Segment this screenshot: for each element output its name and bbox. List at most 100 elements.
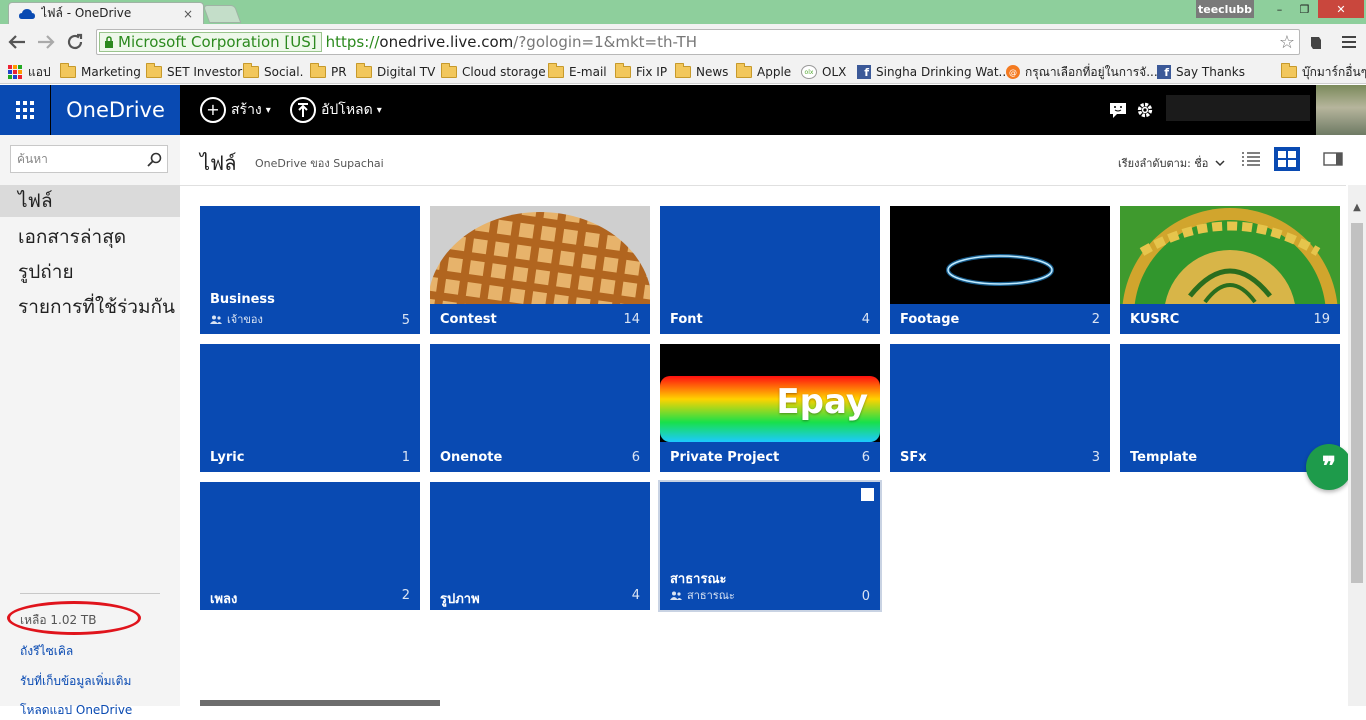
bookmark-olx[interactable]: olx OLX bbox=[801, 63, 846, 81]
tile-view-icon bbox=[1278, 151, 1296, 167]
annotation-circle bbox=[7, 601, 141, 635]
bookmark-folder[interactable]: News bbox=[675, 63, 728, 81]
facebook-icon: f bbox=[1157, 65, 1171, 79]
tile-count: 4 bbox=[631, 588, 640, 603]
bookmarks-bar: แอป Marketing SET Investor Social. PR Di… bbox=[0, 60, 1366, 84]
people-icon bbox=[210, 315, 222, 324]
list-view-button[interactable] bbox=[1238, 147, 1264, 171]
bookmark-folder[interactable]: PR bbox=[310, 63, 347, 81]
folder-tile-font[interactable]: Font 4 bbox=[660, 206, 880, 334]
bookmark-folder[interactable]: Marketing bbox=[60, 63, 141, 81]
bookmark-label: PR bbox=[331, 65, 347, 79]
recycle-bin-link[interactable]: ถังรีไซเคิล bbox=[20, 642, 73, 661]
search-icon[interactable] bbox=[141, 152, 167, 167]
browser-titlebar: ไฟล์ - OneDrive × teeclubb – ❐ ✕ bbox=[0, 0, 1366, 24]
page-scrollbar[interactable]: ▲ bbox=[1348, 185, 1366, 706]
account-name[interactable] bbox=[1166, 95, 1310, 121]
folder-icon bbox=[441, 63, 457, 78]
sort-dropdown[interactable]: เรียงลำดับตาม: ชื่อ bbox=[1118, 154, 1226, 172]
tile-count: 2 bbox=[401, 588, 410, 603]
folder-tile-footage[interactable]: Footage 2 bbox=[890, 206, 1110, 334]
ev-certificate-badge[interactable]: Microsoft Corporation [US] bbox=[99, 32, 322, 52]
folder-tile-kusrc[interactable]: KUSRC 19 bbox=[1120, 206, 1340, 334]
folder-tile-pictures[interactable]: รูปภาพ 4 bbox=[430, 482, 650, 610]
tile-name: Private Project bbox=[670, 450, 780, 465]
feedback-smiley-icon[interactable] bbox=[1108, 100, 1128, 120]
folder-tile-private-project[interactable]: Epay Private Project 6 bbox=[660, 344, 880, 472]
chrome-menu-icon[interactable] bbox=[1339, 32, 1359, 52]
folder-tile-sfx[interactable]: SFx 3 bbox=[890, 344, 1110, 472]
tab-close-icon[interactable]: × bbox=[179, 7, 197, 21]
bookmark-label: Singha Drinking Wat... bbox=[876, 65, 1010, 79]
restore-button[interactable]: ❐ bbox=[1291, 0, 1318, 18]
address-bar[interactable]: Microsoft Corporation [US] https:// oned… bbox=[96, 29, 1300, 55]
folder-icon bbox=[736, 63, 752, 78]
get-apps-link[interactable]: โหลดแอป OneDrive bbox=[20, 701, 132, 720]
folder-tile-lyric[interactable]: Lyric 1 bbox=[200, 344, 420, 472]
settings-gear-icon[interactable] bbox=[1135, 100, 1155, 120]
nav-divider bbox=[20, 593, 160, 594]
folder-tile-onenote[interactable]: Onenote 6 bbox=[430, 344, 650, 472]
bookmark-folder[interactable]: Fix IP bbox=[615, 63, 667, 81]
onedrive-brand[interactable]: OneDrive bbox=[51, 85, 180, 135]
upload-button[interactable]: อัปโหลด ▾ bbox=[290, 85, 382, 135]
bookmark-other[interactable]: บุ๊กมาร์กอื่นๆ bbox=[1281, 63, 1366, 81]
get-more-storage-link[interactable]: รับที่เก็บข้อมูลเพิ่มเติม bbox=[20, 672, 131, 691]
reload-icon[interactable] bbox=[63, 30, 87, 54]
site-favicon-icon: @ bbox=[1006, 65, 1020, 79]
bookmark-folder[interactable]: E-mail bbox=[548, 63, 607, 81]
feedback-button[interactable]: ❞ bbox=[1306, 444, 1352, 490]
url-path: /?gologin=1&mkt=th-TH bbox=[513, 33, 697, 51]
avatar[interactable] bbox=[1316, 85, 1366, 135]
bookmark-apps[interactable]: แอป bbox=[8, 63, 51, 81]
bookmark-star-icon[interactable]: ☆ bbox=[1279, 32, 1295, 53]
tile-name: SFx bbox=[900, 450, 927, 465]
plus-icon: + bbox=[200, 97, 226, 123]
bookmark-label: บุ๊กมาร์กอื่นๆ bbox=[1302, 64, 1366, 79]
browser-tab-onedrive[interactable]: ไฟล์ - OneDrive × bbox=[8, 2, 204, 24]
header-divider bbox=[180, 185, 1346, 186]
tile-name: Template bbox=[1130, 450, 1198, 465]
nav-item-recent[interactable]: เอกสารล่าสุด bbox=[0, 221, 180, 253]
main-content: ไฟล์ OneDrive ของ Supachai เรียงลำดับตาม… bbox=[180, 135, 1346, 706]
app-launcher-button[interactable] bbox=[0, 85, 50, 135]
nav-item-shared[interactable]: รายการที่ใช้ร่วมกัน bbox=[0, 291, 180, 323]
close-window-button[interactable]: ✕ bbox=[1318, 0, 1364, 18]
quote-icon: ❞ bbox=[1322, 452, 1336, 482]
onedrive-header: OneDrive + สร้าง ▾ อัปโหลด ▾ bbox=[0, 85, 1366, 135]
search-input[interactable] bbox=[11, 152, 141, 166]
minimize-button[interactable]: – bbox=[1266, 0, 1293, 18]
folder-tile-contest[interactable]: Contest 14 bbox=[430, 206, 650, 334]
nav-item-files[interactable]: ไฟล์ bbox=[0, 185, 180, 217]
bookmark-folder[interactable]: Digital TV bbox=[356, 63, 435, 81]
bookmark-folder[interactable]: Cloud storage bbox=[441, 63, 546, 81]
university-seal-thumbnail bbox=[1120, 206, 1340, 304]
bookmark-thai-site[interactable]: @ กรุณาเลือกที่อยู่ในการจั... bbox=[1006, 63, 1158, 81]
bookmark-singha[interactable]: f Singha Drinking Wat... bbox=[857, 63, 1010, 81]
bookmark-label: Social. bbox=[264, 65, 304, 79]
select-checkbox[interactable] bbox=[861, 488, 874, 501]
next-row-thumbnail bbox=[200, 700, 440, 706]
folder-tile-music[interactable]: เพลง 2 bbox=[200, 482, 420, 610]
chevron-down-icon: ▾ bbox=[265, 104, 271, 116]
nav-item-photos[interactable]: รูปถ่าย bbox=[0, 256, 180, 288]
tile-count: 6 bbox=[631, 450, 640, 465]
bookmark-folder[interactable]: Apple bbox=[736, 63, 791, 81]
details-pane-button[interactable] bbox=[1320, 147, 1346, 171]
create-button[interactable]: + สร้าง ▾ bbox=[200, 85, 271, 135]
folder-tile-business[interactable]: Business เจ้าของ 5 bbox=[200, 206, 420, 334]
folder-tile-template[interactable]: Template bbox=[1120, 344, 1340, 472]
scroll-up-arrow-icon[interactable]: ▲ bbox=[1348, 199, 1366, 215]
profile-badge[interactable]: teeclubb bbox=[1196, 0, 1254, 18]
bookmark-folder[interactable]: SET Investor bbox=[146, 63, 242, 81]
new-tab-button[interactable] bbox=[202, 5, 242, 23]
evernote-extension-icon[interactable] bbox=[1306, 32, 1326, 52]
tile-view-button[interactable] bbox=[1274, 147, 1300, 171]
folder-tile-public[interactable]: สาธารณะ สาธารณะ 0 bbox=[658, 480, 882, 612]
bookmark-say-thanks[interactable]: f Say Thanks bbox=[1157, 63, 1245, 81]
waffle-photo-thumbnail bbox=[430, 206, 650, 304]
bookmark-folder[interactable]: Social. bbox=[243, 63, 303, 81]
back-arrow-icon[interactable] bbox=[5, 30, 29, 54]
scrollbar-thumb[interactable] bbox=[1351, 223, 1363, 583]
forward-arrow-icon[interactable] bbox=[34, 30, 58, 54]
